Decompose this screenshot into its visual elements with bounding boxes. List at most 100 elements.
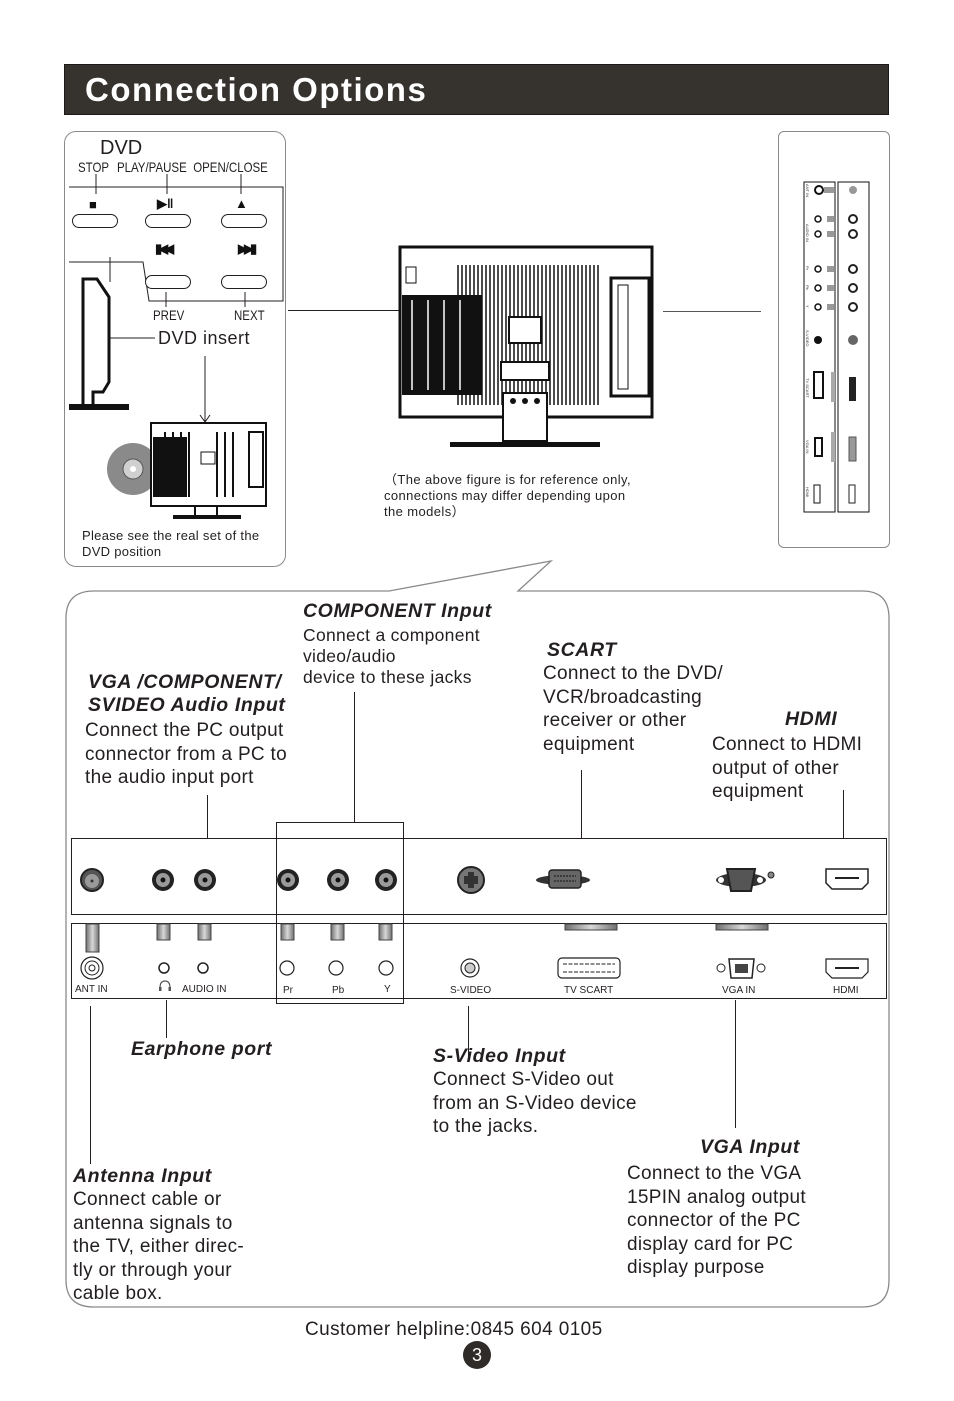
vga-jack[interactable]: [716, 868, 775, 892]
scart-callout: SCART Connect to the DVD/ VCR/broadcasti…: [543, 639, 723, 756]
antenna-callout: Antenna Input Connect cable or antenna s…: [73, 1165, 244, 1306]
audio-input-desc-line: Connect the PC output: [85, 720, 284, 741]
audio-input-desc: Connect the PC output connector from a P…: [85, 719, 287, 790]
side-label-audio-in: AUDIO IN: [805, 224, 810, 242]
side-label-tv-scart: TV SCART: [805, 378, 810, 398]
open-close-button[interactable]: [221, 214, 267, 228]
page-title: Connection Options: [85, 71, 428, 108]
leader-audio: [207, 795, 208, 838]
svideo-callout: S-Video Input Connect S-Video out from a…: [433, 1045, 637, 1139]
vga-desc-line: display card for PC: [627, 1233, 794, 1255]
dvd-insert-label: DVD insert: [158, 328, 251, 348]
label-ant-in: ANT IN: [75, 984, 108, 995]
next-button[interactable]: [221, 275, 267, 289]
figure-note-line3: the models）: [384, 504, 465, 519]
audio-input-callout: VGA /COMPONENT/ SVIDEO Audio Input: [88, 671, 285, 717]
svideo-desc-line: Connect S-Video out: [433, 1069, 614, 1090]
audio-input-title-2: SVIDEO Audio Input: [88, 694, 286, 716]
label-pr: Pr: [283, 985, 293, 996]
svideo-jack[interactable]: [457, 866, 485, 894]
vga-desc-line: 15PIN analog output: [627, 1186, 806, 1208]
dvd-note-line2: DVD position: [82, 544, 162, 559]
connector-line-right: [663, 311, 761, 312]
antenna-desc-line: cable box.: [73, 1283, 163, 1304]
label-audio-in: AUDIO IN: [182, 984, 227, 995]
vga-desc-line: display purpose: [627, 1257, 765, 1278]
customer-helpline: Customer helpline:0845 604 0105: [305, 1319, 603, 1340]
pb-jack[interactable]: [327, 869, 349, 891]
previous-icon: ▮◀◀: [155, 241, 174, 256]
eject-icon: ▲: [235, 196, 248, 211]
dvd-note-line1: Please see the real set of the: [82, 528, 260, 543]
scart-desc-line: VCR/broadcasting: [543, 686, 702, 708]
scart-desc-line: equipment: [543, 733, 635, 755]
component-callout: COMPONENT Input Connect a component vide…: [303, 600, 492, 688]
svideo-desc: Connect S-Video out from an S-Video devi…: [433, 1068, 637, 1139]
stop-icon: ■: [89, 197, 97, 212]
dvd-note: Please see the real set of the DVD posit…: [82, 528, 259, 560]
antenna-desc-line: tly or through your: [73, 1259, 232, 1281]
leader-antenna: [90, 1006, 91, 1164]
play-pause-button[interactable]: [145, 214, 191, 228]
pr-jack[interactable]: [277, 869, 299, 891]
vga-desc-line: Connect to the VGA: [627, 1163, 802, 1184]
figure-note-line1: （The above figure is for reference only,: [384, 472, 631, 487]
earphone-title: Earphone port: [131, 1038, 273, 1060]
prev-label: PREV: [153, 307, 185, 323]
hdmi-title: HDMI: [785, 708, 838, 730]
hdmi-desc: Connect to HDMI output of other equipmen…: [712, 733, 862, 804]
tv-rear-figure: [398, 245, 654, 447]
prev-button[interactable]: [145, 275, 191, 289]
audio-input-title-1: VGA /COMPONENT/: [88, 671, 282, 693]
label-vga-in: VGA IN: [722, 985, 756, 996]
side-port-panel: ANT IN AUDIO IN Pr Pb Y S-VIDEO TV SCART…: [778, 131, 890, 548]
audio-input-desc-line: connector from a PC to: [85, 743, 287, 765]
scart-desc-line: Connect to the DVD/: [543, 663, 723, 684]
audio-in-jack[interactable]: [194, 869, 216, 891]
label-tv-scart: TV SCART: [564, 985, 614, 996]
earphone-jack[interactable]: [152, 869, 174, 891]
component-desc-line: device to these jacks: [303, 667, 472, 687]
port-graphics: [80, 866, 869, 991]
vga-desc-line: connector of the PC: [627, 1210, 801, 1231]
dvd-panel: DVD STOP PLAY/PAUSE OPEN/CLOSE ■ ▶‖ ▲ ▮◀…: [64, 131, 286, 567]
next-icon: ▶▶▮: [238, 241, 257, 256]
page-number-badge: 3: [463, 1341, 491, 1369]
leader-component: [354, 692, 355, 823]
side-label-pb: Pb: [805, 285, 810, 291]
leader-scart: [581, 770, 582, 838]
hdmi-desc-line: output of other: [712, 757, 840, 779]
audio-input-desc-line: the audio input port: [85, 767, 254, 788]
ant-in-jack[interactable]: [80, 868, 104, 892]
antenna-title: Antenna Input: [73, 1165, 212, 1187]
side-port-diagram: ANT IN AUDIO IN Pr Pb Y S-VIDEO TV SCART…: [803, 181, 870, 513]
play-pause-icon: ▶‖: [157, 196, 174, 211]
side-label-hdmi: HDMI: [805, 487, 810, 497]
side-label-pr: Pr: [805, 266, 810, 271]
antenna-desc: Connect cable or antenna signals to the …: [73, 1188, 244, 1306]
label-pb: Pb: [332, 985, 345, 996]
scart-desc: Connect to the DVD/ VCR/broadcasting rec…: [543, 662, 723, 756]
scart-jack[interactable]: [536, 869, 590, 889]
leader-hdmi: [843, 790, 844, 838]
svideo-title: S-Video Input: [433, 1045, 566, 1067]
connector-line-left: [288, 310, 400, 311]
antenna-desc-line: antenna signals to: [73, 1212, 233, 1234]
scart-title: SCART: [547, 639, 617, 661]
svideo-desc-line: to the jacks.: [433, 1116, 539, 1137]
hdmi-desc-line: equipment: [712, 781, 804, 802]
label-hdmi: HDMI: [833, 985, 859, 996]
component-desc-line: Connect a component: [303, 625, 480, 645]
label-svideo: S-VIDEO: [450, 985, 492, 996]
antenna-desc-line: the TV, either direc-: [73, 1236, 245, 1257]
component-desc: Connect a component video/audio device t…: [303, 625, 492, 688]
y-jack[interactable]: [375, 869, 397, 891]
side-label-ant-in: ANT IN: [805, 184, 810, 197]
side-label-svideo: S-VIDEO: [805, 330, 810, 346]
vga-desc: Connect to the VGA 15PIN analog output c…: [627, 1162, 806, 1280]
stop-button[interactable]: [72, 214, 118, 228]
hdmi-desc-line: Connect to HDMI: [712, 734, 863, 755]
hdmi-jack[interactable]: [825, 868, 869, 890]
svideo-desc-line: from an S-Video device: [433, 1092, 637, 1114]
leader-earphone: [166, 1000, 167, 1038]
